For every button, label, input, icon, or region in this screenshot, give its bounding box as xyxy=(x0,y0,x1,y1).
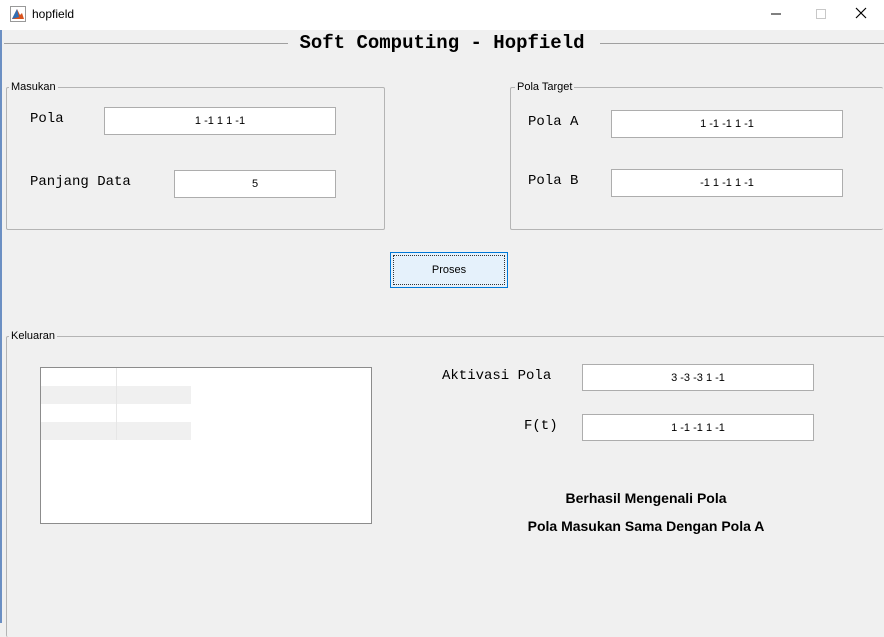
panjang-data-label: Panjang Data xyxy=(30,174,131,190)
panjang-data-input[interactable]: 5 xyxy=(174,170,336,198)
window-left-edge xyxy=(0,0,2,623)
pola-a-input[interactable]: 1 -1 -1 1 -1 xyxy=(611,110,843,138)
table-cell[interactable] xyxy=(116,368,191,386)
pola-a-label: Pola A xyxy=(528,114,579,130)
pola-label: Pola xyxy=(30,111,64,127)
figure-title-bar: Soft Computing - Hopfield xyxy=(0,30,884,56)
pola-b-label: Pola B xyxy=(528,173,579,189)
table-cell[interactable] xyxy=(116,422,191,440)
window-titlebar: hopfield xyxy=(0,0,884,30)
minimize-button[interactable] xyxy=(753,0,799,30)
window-title: hopfield xyxy=(32,7,75,21)
pola-b-input[interactable]: -1 1 -1 1 -1 xyxy=(611,169,843,197)
keluaran-panel-title: Keluaran xyxy=(9,330,58,343)
focus-ring xyxy=(393,255,505,285)
figure-title: Soft Computing - Hopfield xyxy=(299,32,585,54)
table-row xyxy=(41,386,191,404)
close-button[interactable] xyxy=(838,0,884,30)
table-cell[interactable] xyxy=(41,368,116,386)
pola-target-panel: Pola Target xyxy=(510,81,883,230)
masukan-panel-title: Masukan xyxy=(9,81,58,94)
table-cell[interactable] xyxy=(116,386,191,404)
matlab-figure-icon xyxy=(10,6,26,22)
pola-input[interactable]: 1 -1 1 1 -1 xyxy=(104,107,336,135)
table-cell[interactable] xyxy=(41,422,116,440)
close-icon xyxy=(855,6,867,24)
minimize-icon xyxy=(771,6,781,24)
ft-label: F(t) xyxy=(524,418,558,434)
ft-output[interactable]: 1 -1 -1 1 -1 xyxy=(582,414,814,441)
proses-button[interactable]: Proses xyxy=(390,252,508,288)
table-row xyxy=(41,422,191,440)
table-row xyxy=(41,368,191,386)
pola-target-panel-title: Pola Target xyxy=(515,81,575,94)
table-cell[interactable] xyxy=(116,404,191,422)
table-cell[interactable] xyxy=(41,404,116,422)
result-status-text: Berhasil Mengenali Pola xyxy=(565,490,727,506)
maximize-icon xyxy=(816,6,826,24)
result-detail-text: Pola Masukan Sama Dengan Pola A xyxy=(527,518,765,534)
output-table[interactable] xyxy=(40,367,372,524)
aktivasi-pola-output[interactable]: 3 -3 -3 1 -1 xyxy=(582,364,814,391)
aktivasi-pola-label: Aktivasi Pola xyxy=(442,368,552,384)
table-row xyxy=(41,404,191,422)
table-cell[interactable] xyxy=(41,386,116,404)
